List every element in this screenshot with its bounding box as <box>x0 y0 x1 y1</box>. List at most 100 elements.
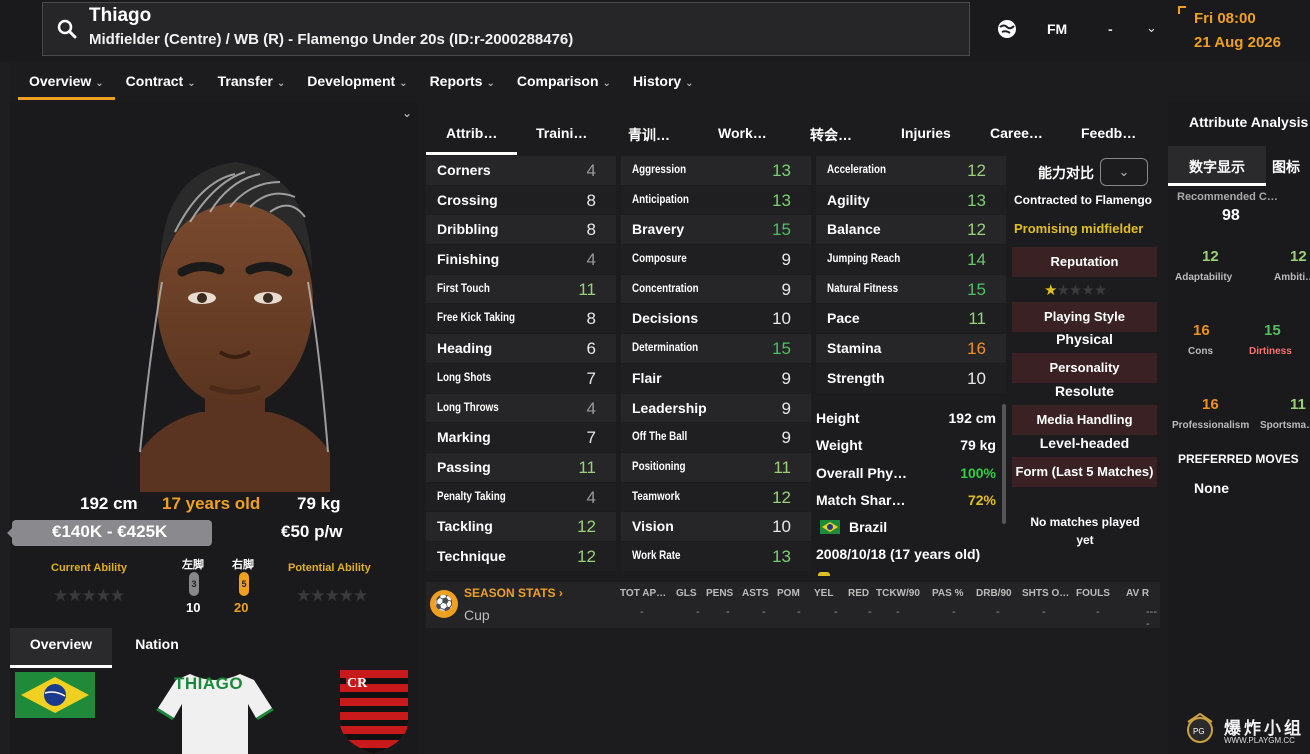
stat-header[interactable]: DRB/90 <box>976 588 1012 599</box>
physical-attr-row[interactable]: Natural Fitness 15 <box>816 274 1006 305</box>
tab-overview[interactable]: Overview ⌄ <box>18 64 115 100</box>
mental-attr-row[interactable]: Composure 9 <box>621 245 811 275</box>
stat-header[interactable]: SHTS O… <box>1022 588 1069 599</box>
mental-attr-row[interactable]: Flair 9 <box>621 363 811 394</box>
technical-attr-row[interactable]: Technique 12 <box>426 541 616 572</box>
stat-value: - <box>640 606 644 618</box>
physical-attr-row[interactable]: Stamina 16 <box>816 334 1006 364</box>
brazil-flag-icon[interactable] <box>15 672 95 718</box>
player-age: 17 years old <box>162 494 261 513</box>
tab-reports[interactable]: Reports ⌄ <box>419 64 506 100</box>
watermark-logo-icon: PG <box>1187 712 1213 743</box>
mental-attr-row[interactable]: Teamwork 12 <box>621 482 811 513</box>
mental-attr-row[interactable]: Anticipation 13 <box>621 185 811 216</box>
sub-tab-overview[interactable]: Overview <box>10 628 112 668</box>
physical-attr-row[interactable]: Pace 11 <box>816 304 1006 335</box>
mental-attr-row[interactable]: Vision 10 <box>621 512 811 542</box>
globe-icon[interactable] <box>996 18 1018 40</box>
stat-value: - <box>896 606 900 618</box>
stat-header[interactable]: PAS % <box>932 588 964 599</box>
tab-contract[interactable]: Contract ⌄ <box>115 64 207 100</box>
technical-attr-row[interactable]: Free Kick Taking 8 <box>426 304 616 335</box>
compare-dropdown-button[interactable]: ⌄ <box>1100 158 1148 186</box>
left-edge-handle[interactable]: ‹ <box>0 0 10 754</box>
personality: Resolute <box>1054 383 1115 399</box>
mental-attr-row[interactable]: Off The Ball 9 <box>621 423 811 453</box>
chevron-down-icon: ⌄ <box>602 78 611 89</box>
stat-value: - <box>868 606 872 618</box>
attr-value: 12 <box>577 517 596 537</box>
tab-attributes[interactable]: Attrib… <box>446 125 497 141</box>
technical-attr-row[interactable]: Dribbling 8 <box>426 215 616 246</box>
physical-attr-row[interactable]: Agility 13 <box>816 185 1006 216</box>
chevron-down-icon: ⌄ <box>1118 164 1130 179</box>
stat-header[interactable]: FOULS <box>1076 588 1110 599</box>
tab-comparison[interactable]: Comparison ⌄ <box>506 64 622 100</box>
hidden-attr-value: 12 <box>1290 248 1307 265</box>
technical-attr-row[interactable]: First Touch 11 <box>426 274 616 305</box>
stat-header[interactable]: AV R <box>1126 588 1149 599</box>
physical-attr-row[interactable]: Strength 10 <box>816 363 1006 394</box>
club-crest-icon[interactable]: CR <box>340 670 408 754</box>
chevron-down-icon[interactable]: ⌄ <box>402 106 412 120</box>
physical-attr-row[interactable]: Jumping Reach 14 <box>816 245 1006 275</box>
attr-value: 12 <box>577 546 596 566</box>
attr-name: Balance <box>827 221 881 238</box>
mental-attr-row[interactable]: Concentration 9 <box>621 274 811 305</box>
stat-value: - <box>1096 606 1100 618</box>
technical-attr-row[interactable]: Long Shots 7 <box>426 363 616 394</box>
season-stats-link[interactable]: SEASON STATS › <box>464 586 563 600</box>
stat-header[interactable]: POM <box>777 588 800 599</box>
tab-training[interactable]: Traini… <box>536 125 587 141</box>
chevron-down-icon: ⌄ <box>399 78 408 89</box>
mental-attr-row[interactable]: Determination 15 <box>621 334 811 364</box>
tab-career[interactable]: Caree… <box>990 125 1043 141</box>
scrollbar[interactable] <box>1002 404 1006 524</box>
attr-value: 4 <box>586 398 596 418</box>
tab-work-permit[interactable]: Work… <box>718 125 767 141</box>
technical-attr-row[interactable]: Finishing 4 <box>426 245 616 275</box>
mental-attr-row[interactable]: Leadership 9 <box>621 393 811 424</box>
stat-header[interactable]: YEL <box>814 588 833 599</box>
technical-attr-row[interactable]: Long Throws 4 <box>426 393 616 424</box>
technical-attr-row[interactable]: Heading 6 <box>426 334 616 364</box>
sub-tab-nation[interactable]: Nation <box>112 628 202 668</box>
mental-attr-row[interactable]: Decisions 10 <box>621 304 811 335</box>
mental-attr-row[interactable]: Bravery 15 <box>621 215 811 246</box>
physical-attr-row[interactable]: Acceleration 12 <box>816 156 1006 186</box>
technical-attr-row[interactable]: Crossing 8 <box>426 185 616 216</box>
stat-header[interactable]: RED <box>848 588 869 599</box>
stat-header[interactable]: PENS <box>706 588 733 599</box>
tab-transfer-history[interactable]: 转会… <box>810 125 852 145</box>
mental-attr-row[interactable]: Positioning 11 <box>621 452 811 483</box>
chevron-down-icon: ⌄ <box>276 78 286 89</box>
search-icon[interactable] <box>57 19 77 39</box>
technical-attr-row[interactable]: Marking 7 <box>426 423 616 453</box>
technical-attr-row[interactable]: Passing 11 <box>426 452 616 483</box>
weight-row: Weight 79 kg <box>816 437 1006 453</box>
technical-attr-row[interactable]: Penalty Taking 4 <box>426 482 616 513</box>
physical-attr-row[interactable]: Balance 12 <box>816 215 1006 246</box>
hidden-attr-label: Professionalism <box>1172 420 1250 431</box>
mental-attr-row[interactable]: Work Rate 13 <box>621 541 811 572</box>
technical-attr-row[interactable]: Corners 4 <box>426 156 616 186</box>
tab-icon-display[interactable]: 图标 <box>1272 157 1300 177</box>
tab-numeric-display[interactable]: 数字显示 <box>1168 146 1266 186</box>
tab-feedback[interactable]: Feedb… <box>1081 125 1136 141</box>
tab-history[interactable]: History ⌄ <box>622 64 705 100</box>
tab-youth[interactable]: 青训… <box>628 125 670 145</box>
stat-header[interactable]: TCKW/90 <box>876 588 920 599</box>
hidden-attr-value: 16 <box>1193 322 1210 339</box>
player-search-box[interactable]: Thiago Midfielder (Centre) / WB (R) - Fl… <box>42 2 970 56</box>
mental-attr-row[interactable]: Aggression 13 <box>621 156 811 186</box>
technical-attr-row[interactable]: Tackling 12 <box>426 512 616 542</box>
stat-header[interactable]: ASTS <box>742 588 769 599</box>
stat-header[interactable]: TOT AP… <box>620 588 666 599</box>
tab-transfer[interactable]: Transfer ⌄ <box>207 64 297 100</box>
fm-label[interactable]: FM <box>1047 21 1067 37</box>
transfer-value-pill[interactable]: €140K - €425K <box>7 520 212 546</box>
stat-header[interactable]: GLS <box>676 588 697 599</box>
chevron-down-icon[interactable]: ⌄ <box>1146 20 1157 36</box>
tab-development[interactable]: Development ⌄ <box>296 64 418 100</box>
tab-injuries[interactable]: Injuries <box>901 125 951 141</box>
